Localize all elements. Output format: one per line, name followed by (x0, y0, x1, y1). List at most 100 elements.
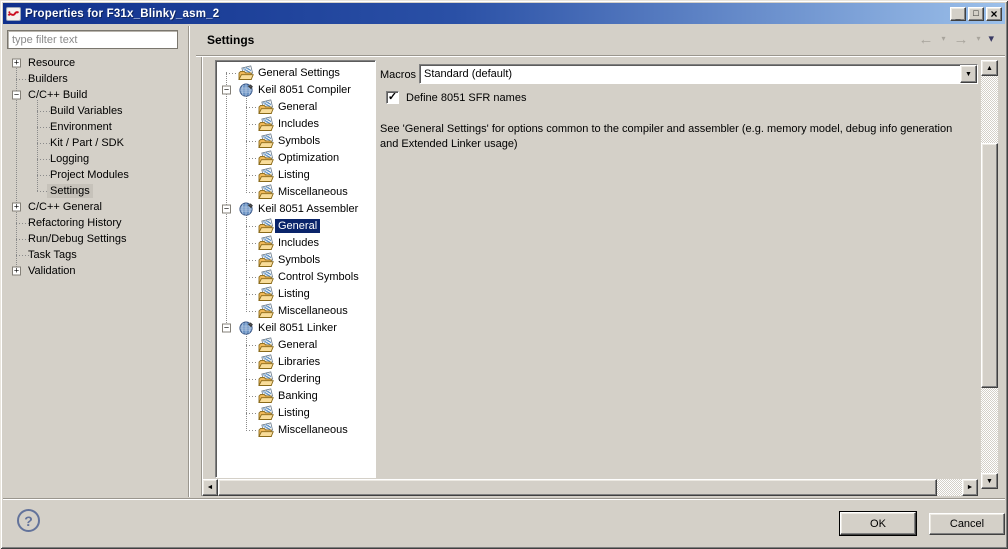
ok-button[interactable]: OK (839, 511, 917, 536)
tree-item-environment[interactable]: Environment (6, 119, 188, 135)
tree-item-label: Includes (275, 117, 322, 131)
collapse-icon[interactable]: − (222, 204, 231, 213)
tree-item-general[interactable]: General (218, 336, 375, 353)
tree-line (246, 379, 258, 380)
tree-item-ordering[interactable]: Ordering (218, 370, 375, 387)
scroll-down-icon[interactable]: ▼ (981, 473, 998, 489)
tree-item-listing[interactable]: Listing (218, 166, 375, 183)
tree-item-general-settings[interactable]: General Settings (218, 64, 375, 81)
tree-item-label: Banking (275, 389, 321, 403)
tree-line (246, 124, 258, 125)
help-button[interactable]: ? (17, 509, 40, 532)
tree-item-task-tags[interactable]: Task Tags (6, 247, 188, 263)
tree-item-general[interactable]: General (218, 217, 375, 234)
tree-item-label: Build Variables (47, 104, 126, 118)
tree-item-label: Listing (275, 168, 313, 182)
tree-item-banking[interactable]: Banking (218, 387, 375, 404)
tree-item-label: Keil 8051 Linker (255, 321, 340, 335)
tree-line (246, 141, 258, 142)
tree-item-label: General (275, 338, 320, 352)
tree-item-libraries[interactable]: Libraries (218, 353, 375, 370)
expand-icon[interactable]: + (12, 267, 21, 276)
checkmark-icon: ✓ (388, 92, 397, 103)
forward-menu-icon[interactable]: ▾ (976, 35, 980, 43)
tree-item-kit-part-sdk[interactable]: Kit / Part / SDK (6, 135, 188, 151)
tree-item-build-variables[interactable]: Build Variables (6, 103, 188, 119)
tree-item-label: Validation (25, 264, 79, 278)
tree-item-optimization[interactable]: Optimization (218, 149, 375, 166)
scroll-right-icon[interactable]: ► (962, 479, 978, 496)
collapse-icon[interactable]: − (12, 91, 21, 100)
panel-sash[interactable] (188, 26, 190, 497)
back-icon[interactable]: ← (918, 32, 933, 47)
window-title: Properties for F31x_Blinky_asm_2 (25, 8, 946, 20)
minimize-button[interactable]: _ (950, 7, 966, 21)
scroll-left-icon[interactable]: ◄ (202, 479, 218, 496)
settings-category-icon (258, 116, 274, 131)
horizontal-scrollbar[interactable]: ◄ ► (202, 479, 978, 496)
expand-icon[interactable]: + (12, 59, 21, 68)
tree-line (246, 192, 258, 193)
tree-item-c-c-build[interactable]: −C/C++ Build (6, 87, 188, 103)
cancel-button[interactable]: Cancel (929, 513, 1005, 535)
tree-item-label: Control Symbols (275, 270, 362, 284)
tree-item-label: Task Tags (25, 248, 80, 262)
macros-dropdown[interactable]: Standard (default) ▼ (419, 64, 978, 84)
settings-category-icon (258, 354, 274, 369)
tree-item-validation[interactable]: + Validation (6, 263, 188, 279)
macros-selected-value: Standard (default) (420, 68, 960, 80)
settings-category-icon (258, 150, 274, 165)
scrollbar-thumb[interactable] (218, 479, 937, 496)
tree-item-symbols[interactable]: Symbols (218, 251, 375, 268)
forward-icon[interactable]: → (953, 32, 968, 47)
properties-dialog: Properties for F31x_Blinky_asm_2 _ □ × +… (0, 0, 1008, 549)
tree-item-control-symbols[interactable]: Control Symbols (218, 268, 375, 285)
tree-item-miscellaneous[interactable]: Miscellaneous (218, 183, 375, 200)
tree-item-label: Miscellaneous (275, 185, 351, 199)
tree-item-resource[interactable]: +Resource (6, 55, 188, 71)
tree-item-project-modules[interactable]: Project Modules (6, 167, 188, 183)
tree-line (246, 430, 258, 431)
sfr-names-checkbox[interactable]: ✓ (386, 91, 399, 104)
view-menu-icon[interactable]: ▾ (988, 34, 994, 45)
ok-button-face[interactable]: OK (840, 512, 916, 535)
vertical-scrollbar[interactable]: ▲ ▼ (981, 60, 998, 489)
maximize-button[interactable]: □ (968, 7, 984, 21)
back-menu-icon[interactable]: ▾ (941, 35, 945, 43)
scroll-up-icon[interactable]: ▲ (981, 60, 998, 76)
tree-item-settings[interactable]: Settings (6, 183, 188, 199)
tool-settings-tree: General Settings− Keil 8051 Compiler Gen… (218, 61, 375, 477)
tree-item-refactoring-history[interactable]: Refactoring History (6, 215, 188, 231)
tree-item-run-debug-settings[interactable]: Run/Debug Settings (6, 231, 188, 247)
tree-item-builders[interactable]: Builders (6, 71, 188, 87)
tree-item-keil-8051-assembler[interactable]: − Keil 8051 Assembler (218, 200, 375, 217)
tree-item-symbols[interactable]: Symbols (218, 132, 375, 149)
settings-category-icon (258, 218, 274, 233)
scrollbar-thumb[interactable] (981, 143, 998, 388)
tree-line (246, 175, 258, 176)
settings-category-icon (258, 388, 274, 403)
title-bar[interactable]: Properties for F31x_Blinky_asm_2 _ □ × (3, 3, 1005, 24)
tree-item-includes[interactable]: Includes (218, 115, 375, 132)
tree-line (246, 158, 258, 159)
tree-item-listing[interactable]: Listing (218, 404, 375, 421)
page-title: Settings (207, 33, 254, 47)
collapse-icon[interactable]: − (222, 85, 231, 94)
tree-item-miscellaneous[interactable]: Miscellaneous (218, 302, 375, 319)
expand-icon[interactable]: + (12, 203, 21, 212)
filter-input[interactable] (7, 30, 178, 49)
tree-item-includes[interactable]: Includes (218, 234, 375, 251)
settings-category-icon (258, 252, 274, 267)
tree-item-logging[interactable]: Logging (6, 151, 188, 167)
tree-item-general[interactable]: General (218, 98, 375, 115)
tree-line (246, 107, 258, 108)
collapse-icon[interactable]: − (222, 323, 231, 332)
tree-item-c-c-general[interactable]: +C/C++ General (6, 199, 188, 215)
tree-item-label: Miscellaneous (275, 423, 351, 437)
tree-item-listing[interactable]: Listing (218, 285, 375, 302)
tree-item-keil-8051-compiler[interactable]: − Keil 8051 Compiler (218, 81, 375, 98)
chevron-down-icon[interactable]: ▼ (960, 65, 977, 83)
tree-item-miscellaneous[interactable]: Miscellaneous (218, 421, 375, 438)
close-button[interactable]: × (986, 7, 1002, 21)
tree-item-keil-8051-linker[interactable]: − Keil 8051 Linker (218, 319, 375, 336)
